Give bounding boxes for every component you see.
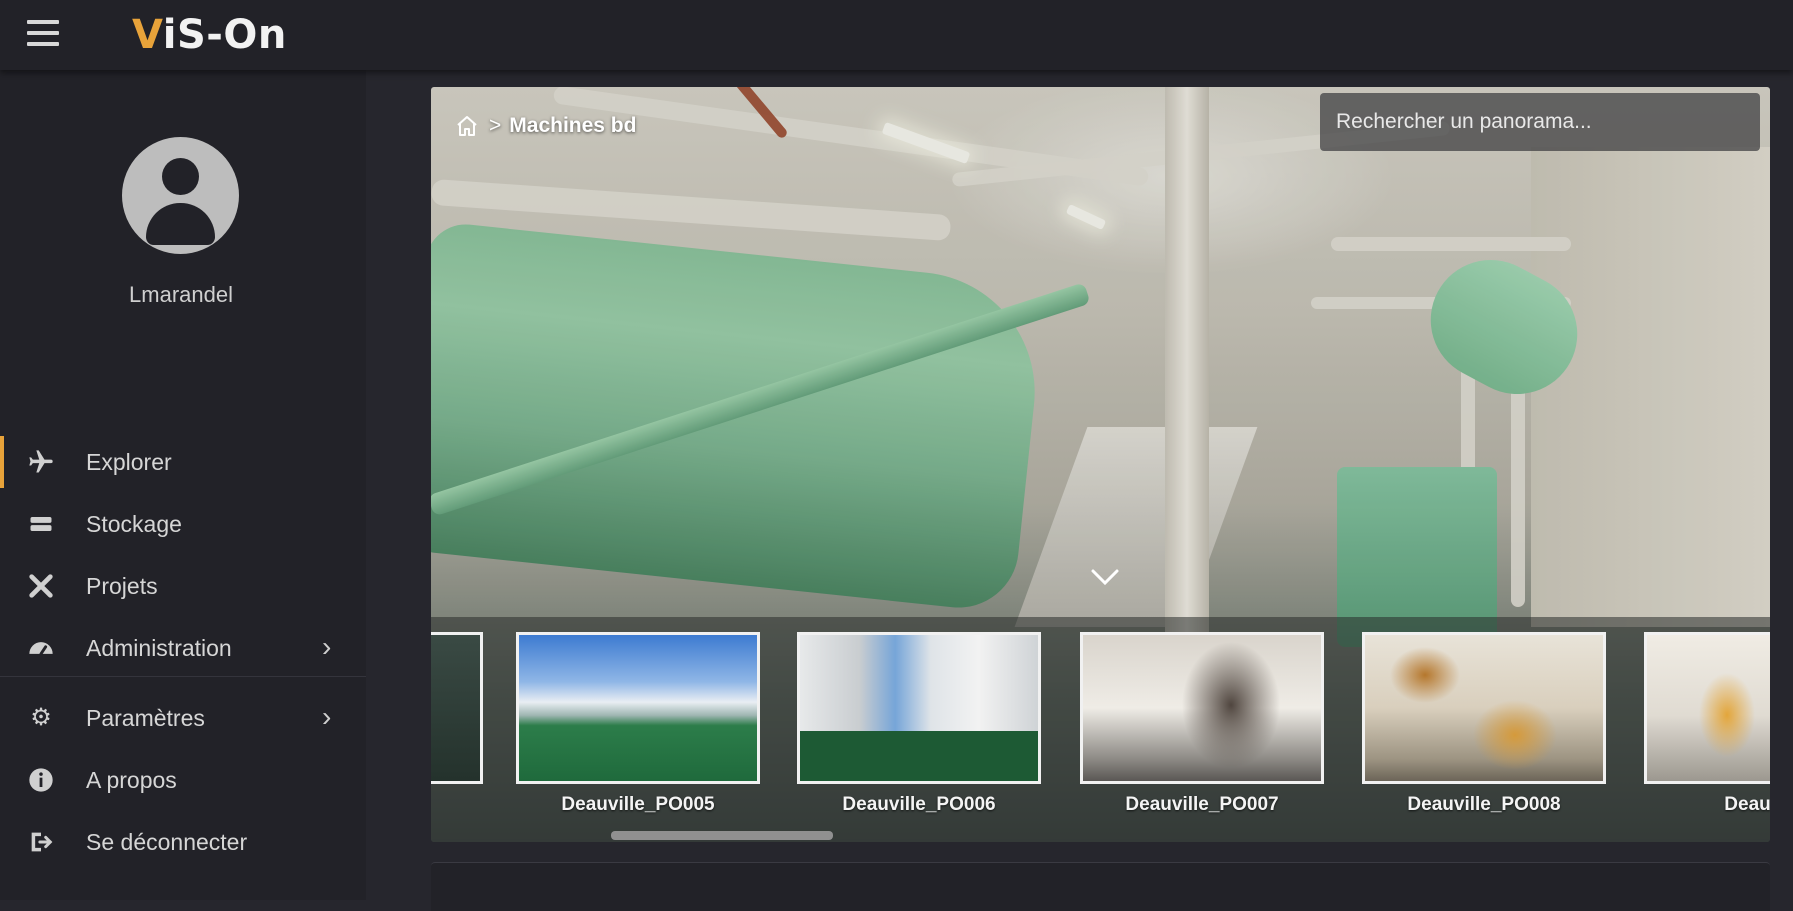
info-icon: [26, 766, 56, 794]
sidebar-item-a-propos[interactable]: A propos: [0, 750, 366, 810]
chevron-down-icon[interactable]: [1087, 565, 1123, 589]
thumbnail-strip: Deauville_PO005 Deauville_PO006 Deauvill…: [431, 617, 1770, 842]
logout-icon: [26, 828, 56, 856]
storage-icon: [26, 510, 56, 538]
sidebar-item-label: Administration: [86, 635, 232, 661]
sidebar-item-label: Explorer: [86, 449, 172, 475]
chevron-right-icon: ›: [322, 701, 332, 732]
breadcrumb-separator: >: [489, 114, 502, 137]
thumbnail-label: Deauville_PO005: [561, 794, 715, 815]
sidebar-item-stockage[interactable]: Stockage: [0, 494, 366, 554]
sidebar-item-label: Se déconnecter: [86, 829, 248, 855]
sidebar: Lmarandel Explorer Stockage Projets Admi…: [0, 70, 366, 900]
thumbnail-partial-right[interactable]: [1644, 632, 1770, 784]
logo-text: iS-On: [162, 12, 287, 58]
home-icon[interactable]: [455, 114, 479, 138]
sidebar-item-label: Stockage: [86, 511, 182, 537]
logo-accent: V: [132, 12, 163, 58]
thumbnail-po005[interactable]: [516, 632, 760, 784]
username: Lmarandel: [129, 282, 233, 307]
tools-icon: [26, 572, 56, 600]
breadcrumb-current[interactable]: Machines bd: [509, 114, 636, 138]
thumbnail-label: Deauville_PO006: [842, 794, 996, 815]
sidebar-divider: [0, 676, 366, 677]
sidebar-item-label: A propos: [86, 767, 177, 793]
chevron-right-icon: ›: [322, 631, 332, 662]
sidebar-item-projets[interactable]: Projets: [0, 556, 366, 616]
breadcrumb: > Machines bd: [455, 111, 636, 141]
top-bar: ViS-On: [0, 0, 1793, 70]
thumbnail-label: Deauville: [1724, 794, 1770, 815]
dashboard-icon: [26, 634, 56, 662]
sidebar-item-logout[interactable]: Se déconnecter: [0, 812, 366, 872]
gear-icon: ⚙: [30, 704, 52, 731]
sidebar-item-explorer[interactable]: Explorer: [0, 432, 366, 492]
thumbnail-po008[interactable]: [1362, 632, 1606, 784]
plane-icon: [26, 448, 56, 476]
strip-scrollbar[interactable]: [611, 831, 833, 840]
thumbnail-partial[interactable]: [431, 632, 483, 784]
thumbnail-po007[interactable]: [1080, 632, 1324, 784]
sidebar-item-label: Projets: [86, 573, 158, 599]
bottom-panel: [431, 862, 1770, 911]
panorama-search-input[interactable]: [1320, 93, 1760, 151]
thumbnail-label: Deauville_PO008: [1407, 794, 1561, 815]
sidebar-item-label: Paramètres: [86, 705, 205, 731]
thumbnail-po006[interactable]: [797, 632, 1041, 784]
thumbnail-label: Deauville_PO007: [1125, 794, 1279, 815]
sidebar-item-parametres[interactable]: ⚙ Paramètres ›: [0, 688, 366, 748]
hamburger-menu-icon[interactable]: [27, 20, 59, 48]
panorama-viewer[interactable]: > Machines bd Deauville_PO005 Deauville_…: [431, 87, 1770, 842]
avatar-icon[interactable]: [122, 137, 239, 254]
app-logo[interactable]: ViS-On: [132, 12, 287, 58]
sidebar-item-administration[interactable]: Administration ›: [0, 618, 366, 678]
